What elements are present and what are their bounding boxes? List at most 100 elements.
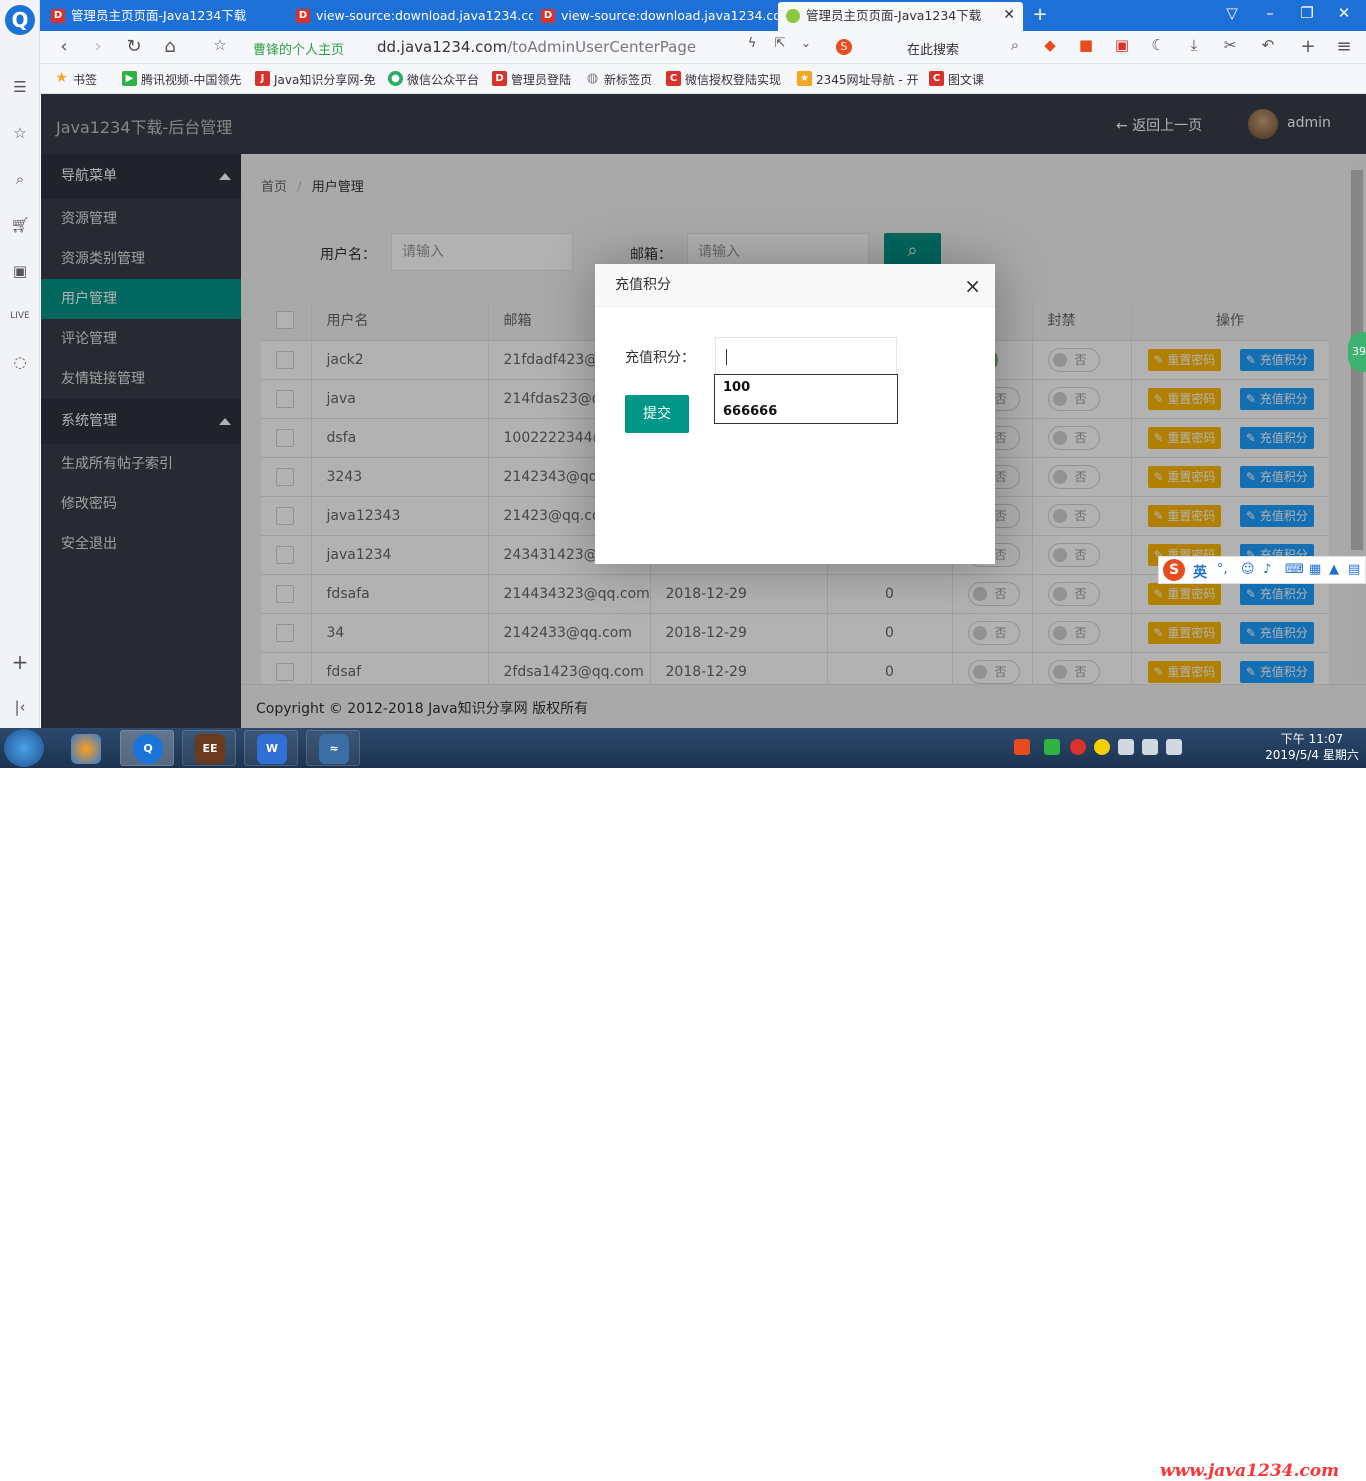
minimize-icon[interactable]: – <box>1258 4 1282 22</box>
new-tab-button[interactable]: + <box>1028 4 1052 25</box>
java-icon: J <box>255 71 270 86</box>
sogou-tray-icon[interactable] <box>1014 739 1030 755</box>
bookmarks-bar: ★ 书签 ▶ 腾讯视频-中国领先 J Java知识分享网-免 ● 微信公众平台 D 管理员… <box>40 64 1366 94</box>
tab-admin-1[interactable]: D 管理员主页页面-Java1234下载 <box>43 2 288 31</box>
chat-icon[interactable]: ◌ <box>9 351 31 373</box>
skin-icon[interactable]: ▲ <box>1329 562 1339 577</box>
text-caret <box>726 349 727 365</box>
search-icon[interactable]: ⌕ <box>1003 36 1027 54</box>
d-favicon-icon: D <box>296 9 310 23</box>
bookmark-item[interactable]: ★ 2345网址导航 - 开 <box>797 71 919 88</box>
night-mode-icon[interactable]: ☾ <box>1146 36 1170 54</box>
restore-icon[interactable]: ❐ <box>1295 4 1319 22</box>
bookmark-item[interactable]: J Java知识分享网-免 <box>255 71 376 88</box>
punctuation-icon[interactable]: °, <box>1217 562 1228 577</box>
close-window-icon[interactable]: ✕ <box>1332 4 1356 22</box>
clock-time: 下午 11:07 <box>1280 732 1344 746</box>
download-icon[interactable]: ⤓ <box>1182 36 1206 54</box>
bookmark-item[interactable]: ▶ 腾讯视频-中国领先 <box>122 71 241 88</box>
plus-tray-icon[interactable] <box>1094 739 1110 755</box>
tab-view-source-2[interactable]: Dview-source:download.java1234.co <box>533 2 778 31</box>
app-icon[interactable]: ■ <box>1074 36 1098 54</box>
d-favicon-icon: D <box>51 9 65 23</box>
points-input[interactable] <box>715 337 897 375</box>
keyboard-icon[interactable]: ⌨ <box>1285 562 1304 577</box>
security-tray-icon[interactable] <box>1070 739 1086 755</box>
mic-icon[interactable]: ♪ <box>1263 562 1271 577</box>
url-field[interactable]: dd.java1234.com/toAdminUserCenterPage <box>377 38 696 56</box>
reload-icon[interactable]: ↻ <box>122 36 146 57</box>
start-button[interactable] <box>4 729 44 767</box>
tab-close-icon[interactable]: ✕ <box>1003 2 1015 29</box>
reading-list-icon[interactable]: ☰ <box>9 76 31 98</box>
cart-icon[interactable]: 🛒︎ <box>9 214 31 236</box>
hui-icon[interactable]: ▣ <box>1110 36 1134 54</box>
taskbar-wps[interactable]: W <box>244 730 298 766</box>
add-icon[interactable]: + <box>1296 36 1320 57</box>
scissors-icon[interactable]: ✂ <box>1218 36 1242 54</box>
home-icon[interactable]: ⌂ <box>158 36 182 57</box>
search-engine-icon[interactable]: S <box>836 39 852 55</box>
grid-icon[interactable]: ▤ <box>1348 562 1360 577</box>
bookmark-star-icon[interactable]: ☆ <box>208 36 232 54</box>
tab-bar: D 管理员主页页面-Java1234下载 Dview-source:downloa… <box>40 0 1366 31</box>
dialog-title: 充值积分 <box>595 264 995 307</box>
bookmark-label: 腾讯视频-中国领先 <box>141 73 242 87</box>
video-icon[interactable]: ▣ <box>9 260 31 282</box>
d-favicon-icon: D <box>541 9 555 23</box>
shirt-icon[interactable]: ▽ <box>1220 4 1244 22</box>
fav-site-label[interactable]: 曹锋的个人主页 <box>253 39 344 58</box>
bookmark-item[interactable]: ◍ 新标签页 <box>585 71 652 88</box>
favorites-star-icon[interactable]: ☆ <box>9 122 31 144</box>
back-icon[interactable]: ‹ <box>52 36 76 57</box>
leaf-favicon-icon <box>786 9 800 23</box>
volume-tray-icon[interactable] <box>1166 739 1182 755</box>
bookmark-label: 管理员登陆 <box>511 73 572 87</box>
autocomplete-option[interactable]: 100 <box>723 380 750 395</box>
undo-icon[interactable]: ↶ <box>1256 36 1280 54</box>
live-icon[interactable]: LIVE <box>9 305 31 327</box>
tab-admin-active[interactable]: 管理员主页页面-Java1234下载 ✕ <box>778 2 1023 31</box>
autocomplete-option[interactable]: 666666 <box>723 404 777 419</box>
bookmark-label: 微信授权登陆实现 <box>685 73 782 87</box>
search-icon[interactable]: ⌕ <box>9 168 31 190</box>
network-tray-icon[interactable] <box>1118 739 1134 755</box>
add-icon[interactable]: + <box>9 651 31 673</box>
toolbox-icon[interactable]: ▦ <box>1309 562 1321 577</box>
menu-icon[interactable]: ≡ <box>1332 36 1356 57</box>
address-bar: ‹ › ↻ ⌂ ☆ 曹锋的个人主页 dd.java1234.com/toAdmi… <box>40 31 1366 64</box>
dropdown-icon[interactable]: ⌄ <box>794 36 818 50</box>
close-icon[interactable]: × <box>964 274 981 298</box>
side-badge[interactable]: 39 <box>1348 332 1366 372</box>
game-icon[interactable]: ◆ <box>1038 36 1062 54</box>
forward-icon[interactable]: › <box>86 36 110 57</box>
bookmark-item[interactable]: ● 微信公众平台 <box>388 71 479 88</box>
tab-label: 管理员主页页面-Java1234下载 <box>71 8 247 23</box>
taskbar-app[interactable] <box>58 730 112 766</box>
bookmark-label: 书签 <box>73 73 98 87</box>
submit-button[interactable]: 提交 <box>625 395 689 433</box>
bookmark-label: 2345网址导航 - 开 <box>816 73 919 87</box>
taskbar-browser[interactable]: Q <box>120 730 174 766</box>
browser-logo-icon[interactable]: Q <box>5 5 35 35</box>
tab-view-source-1[interactable]: Dview-source:download.java1234.co <box>288 2 533 31</box>
emoji-icon[interactable]: ☺ <box>1241 562 1255 577</box>
shield-tray-icon[interactable] <box>1044 739 1060 755</box>
bookmark-item[interactable]: ★ 书签 <box>54 71 97 88</box>
bookmark-item[interactable]: D 管理员登陆 <box>492 71 571 88</box>
wps-icon: W <box>257 734 287 764</box>
sogou-icon[interactable]: S <box>1163 559 1185 581</box>
bookmark-item[interactable]: C 微信授权登陆实现 <box>666 71 781 88</box>
share-icon[interactable]: ⇱ <box>768 36 792 51</box>
taskbar-eclipse[interactable]: EE <box>182 730 236 766</box>
lightning-icon[interactable]: ϟ <box>740 36 764 51</box>
ime-toolbar: S 英 °, ☺ ♪ ⌨ ▦ ▲ ▤ <box>1158 556 1366 584</box>
bookmark-item[interactable]: C 图文课 <box>929 71 984 88</box>
collapse-rail-icon[interactable]: |‹ <box>9 696 31 718</box>
taskbar-mysql[interactable]: ≈ <box>306 730 360 766</box>
clock[interactable]: 下午 11:07 2019/5/4 星期六 <box>1262 731 1362 763</box>
flag-tray-icon[interactable] <box>1142 739 1158 755</box>
url-path: /toAdminUserCenterPage <box>507 38 697 56</box>
search-box[interactable]: 在此搜索 <box>907 39 959 58</box>
ime-language[interactable]: 英 <box>1193 562 1207 582</box>
